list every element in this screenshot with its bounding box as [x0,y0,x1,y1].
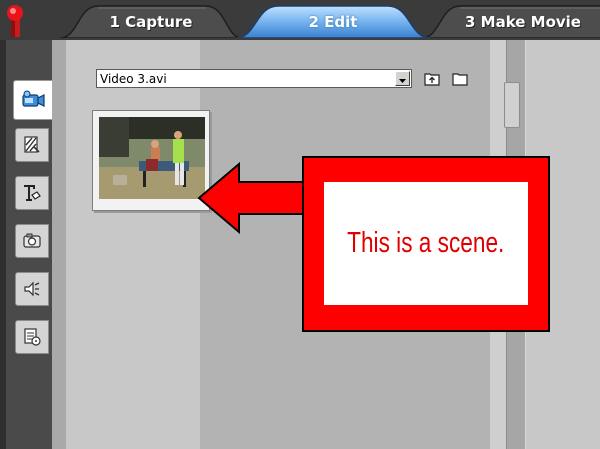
tab-edit[interactable]: 2 Edit [236,4,430,38]
album-scroll-thumb[interactable] [504,82,520,128]
music-disc-icon [24,328,41,346]
open-folder-button[interactable] [451,70,469,87]
tab-capture-label: 1 Capture [109,13,193,31]
dropdown-arrow-button[interactable] [395,71,410,86]
scene-thumbnail[interactable] [92,110,210,211]
scene-callout-text: This is a scene. [347,227,505,259]
callout-arrow-icon [197,161,306,235]
video-file-select-value: Video 3.avi [100,72,167,86]
music-button[interactable] [15,320,49,354]
photo-button[interactable] [15,224,49,258]
tab-make-movie-label: 3 Make Movie [464,13,581,31]
video-file-select[interactable]: Video 3.avi [96,69,412,88]
chevron-down-icon [399,79,406,83]
studio-window: 1 Capture 3 Make Movie 2 Edit Video 3.av… [0,0,600,449]
video-camera-icon [22,90,45,107]
title-button[interactable] [15,176,49,210]
tab-edit-label: 2 Edit [308,13,358,31]
scene-callout: This is a scene. [302,156,550,332]
album-panel-edge [52,40,66,449]
open-folder-icon [452,73,468,86]
top-tab-bar: 1 Capture 3 Make Movie 2 Edit [0,0,600,40]
scene-callout-inner: This is a scene. [324,182,528,305]
transitions-button[interactable] [15,128,49,162]
sound-effects-button[interactable] [15,272,49,306]
transitions-icon [24,136,40,153]
tab-capture[interactable]: 1 Capture [60,4,242,38]
pinnacle-logo-icon [7,5,23,37]
up-folder-icon [424,73,440,86]
video-toolbox-button[interactable] [13,80,53,120]
sound-effects-icon [24,281,40,297]
photo-camera-icon [23,233,41,248]
up-folder-button[interactable] [423,70,441,87]
tab-make-movie[interactable]: 3 Make Movie [422,4,600,38]
title-text-icon [24,185,41,201]
scene-thumbnail-image [99,117,205,199]
